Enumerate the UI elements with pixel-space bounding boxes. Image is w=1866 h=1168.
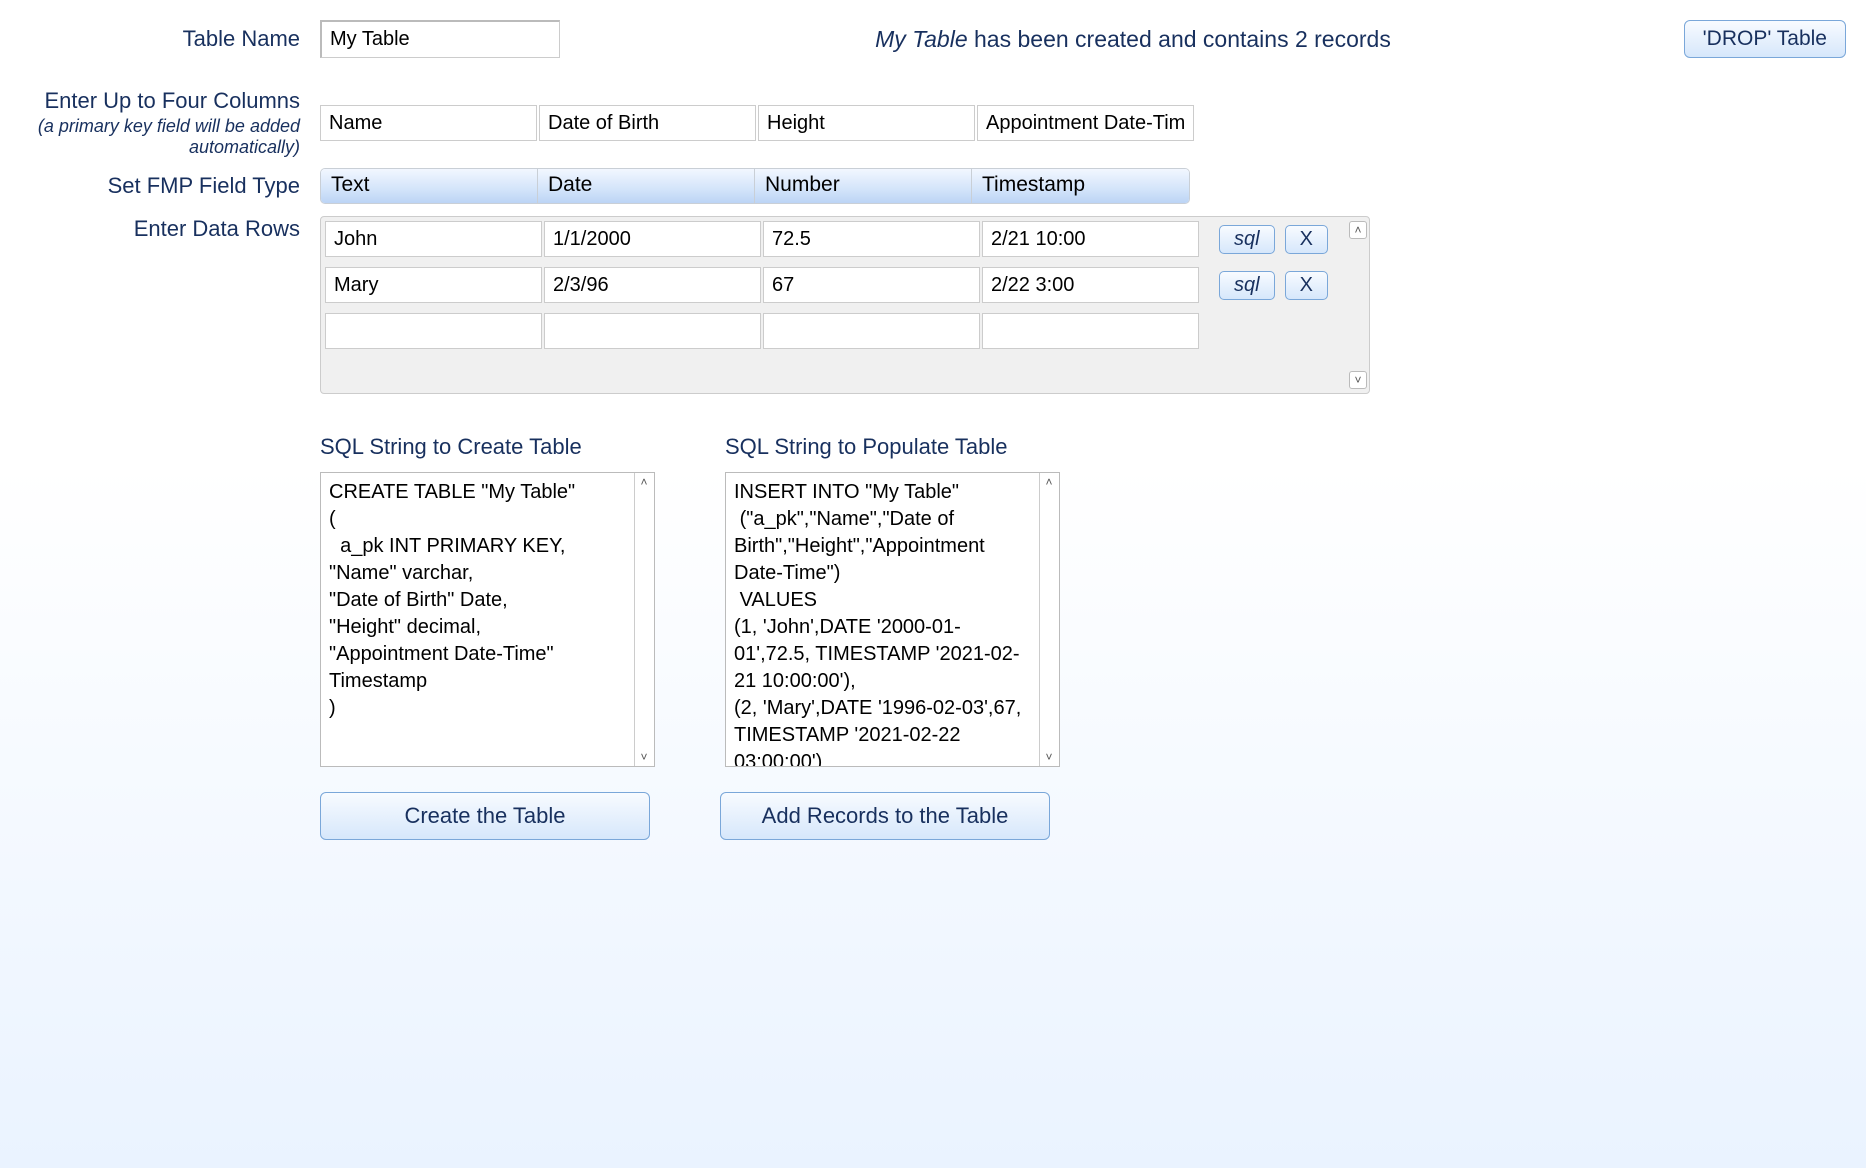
drop-table-button[interactable]: 'DROP' Table: [1684, 20, 1846, 58]
data-cell-r2c2[interactable]: [544, 267, 761, 303]
status-table-name: My Table: [875, 26, 967, 52]
scroll-down-icon[interactable]: ˅: [1040, 748, 1058, 766]
create-table-button[interactable]: Create the Table: [320, 792, 650, 840]
data-cell-r1c1[interactable]: [325, 221, 542, 257]
label-columns: Enter Up to Four Columns (a primary key …: [20, 88, 320, 158]
data-cell-r2c3[interactable]: [763, 267, 980, 303]
sql-populate-box: ˄ ˅: [725, 472, 1060, 767]
sql-create-title: SQL String to Create Table: [320, 434, 655, 460]
data-cell-r3c1[interactable]: [325, 313, 542, 349]
data-row: sql X: [325, 221, 1365, 257]
row-delete-button[interactable]: X: [1285, 271, 1328, 300]
data-cell-r1c4[interactable]: [982, 221, 1199, 257]
data-row-empty: [325, 313, 1365, 349]
data-cell-r3c4[interactable]: [982, 313, 1199, 349]
label-field-type: Set FMP Field Type: [20, 173, 320, 199]
sql-create-textarea[interactable]: [321, 473, 634, 766]
field-type-4[interactable]: Timestamp: [972, 169, 1189, 203]
sql-populate-title: SQL String to Populate Table: [725, 434, 1060, 460]
data-rows-panel: sql X sql X ˄: [320, 216, 1370, 394]
row-delete-button[interactable]: X: [1285, 225, 1328, 254]
label-columns-sub: (a primary key field will be added autom…: [20, 116, 300, 158]
add-records-button[interactable]: Add Records to the Table: [720, 792, 1050, 840]
field-type-1[interactable]: Text: [321, 169, 538, 203]
status-message: My Table has been created and contains 2…: [600, 26, 1666, 53]
sql-create-box: ˄ ˅: [320, 472, 655, 767]
scroll-up-icon[interactable]: ˄: [1040, 473, 1058, 491]
data-cell-r2c1[interactable]: [325, 267, 542, 303]
data-cell-r1c2[interactable]: [544, 221, 761, 257]
field-type-3[interactable]: Number: [755, 169, 972, 203]
column-name-inputs: [320, 105, 1846, 141]
scroll-down-icon[interactable]: ˅: [635, 748, 653, 766]
field-type-2[interactable]: Date: [538, 169, 755, 203]
data-cell-r1c3[interactable]: [763, 221, 980, 257]
field-type-row: Text Date Number Timestamp: [320, 168, 1190, 204]
row-sql-button[interactable]: sql: [1219, 225, 1275, 254]
label-columns-main: Enter Up to Four Columns: [44, 88, 300, 113]
column-name-1[interactable]: [320, 105, 537, 141]
column-name-4[interactable]: [977, 105, 1194, 141]
data-panel-scrollbar[interactable]: ˄ ˅: [1349, 221, 1367, 389]
scroll-down-icon[interactable]: ˅: [1349, 371, 1367, 389]
table-name-input[interactable]: [320, 20, 560, 58]
label-table-name: Table Name: [20, 26, 320, 52]
label-data-rows: Enter Data Rows: [20, 216, 320, 242]
column-name-2[interactable]: [539, 105, 756, 141]
data-cell-r3c2[interactable]: [544, 313, 761, 349]
data-cell-r3c3[interactable]: [763, 313, 980, 349]
data-row: sql X: [325, 267, 1365, 303]
data-cell-r2c4[interactable]: [982, 267, 1199, 303]
scroll-up-icon[interactable]: ˄: [635, 473, 653, 491]
row-sql-button[interactable]: sql: [1219, 271, 1275, 300]
sql-populate-textarea[interactable]: [726, 473, 1039, 766]
sql-populate-scrollbar[interactable]: ˄ ˅: [1039, 473, 1059, 766]
scroll-up-icon[interactable]: ˄: [1349, 221, 1367, 239]
column-name-3[interactable]: [758, 105, 975, 141]
status-rest: has been created and contains 2 records: [968, 26, 1391, 52]
sql-create-scrollbar[interactable]: ˄ ˅: [634, 473, 654, 766]
